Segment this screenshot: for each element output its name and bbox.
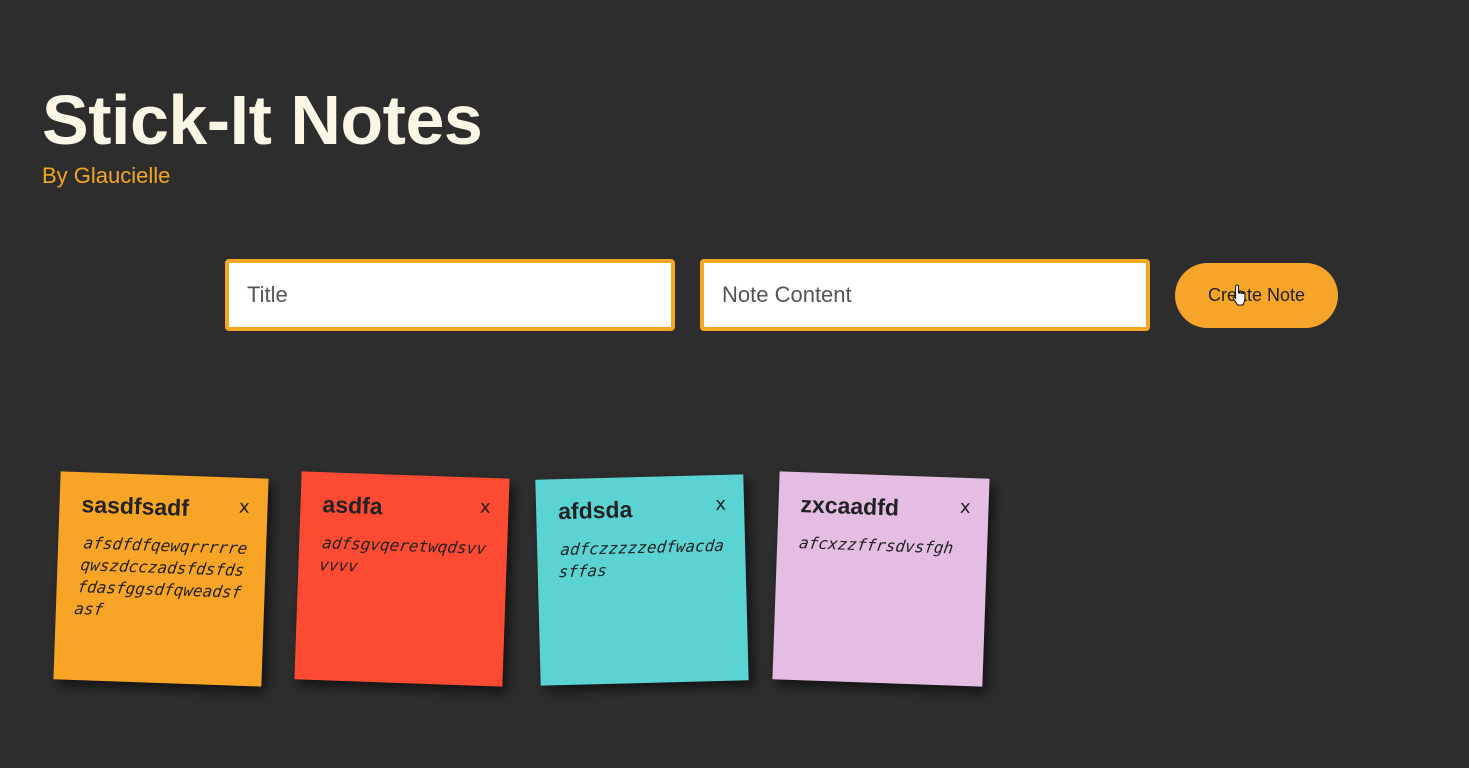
note-card[interactable]: afdsda x adfczzzzzedfwacda sffas [535,474,749,686]
title-input[interactable] [225,259,675,331]
close-icon[interactable]: x [715,493,726,517]
note-content-input[interactable] [700,259,1150,331]
note-card[interactable]: zxcaadfd x afcxzzffrsdvsfgh [772,471,990,687]
app-title: Stick-It Notes [42,81,483,159]
note-title: afdsda [557,496,633,525]
create-note-button[interactable]: Create Note [1175,263,1338,328]
note-title: sasdfsadf [81,491,190,521]
note-title: zxcaadfd [800,491,900,521]
note-card[interactable]: sasdfsadf x afsdfdfqewqrrrrre qwszdcczad… [53,471,269,687]
note-body: afsdfdfqewqrrrrre qwszdcczadsfdsfds fdas… [73,533,249,619]
close-icon[interactable]: x [238,496,250,520]
close-icon[interactable]: x [479,496,491,520]
hand-pointer-icon [1232,284,1246,306]
note-body: afcxzzffrsdvsfgh [797,533,955,558]
app-subtitle: By Glaucielle [42,163,171,188]
note-card[interactable]: asdfa x adfsgvqeretwqdsvv vvvv [294,471,510,687]
note-title: asdfa [322,491,384,520]
close-icon[interactable]: x [959,496,971,520]
note-body: adfsgvqeretwqdsvv vvvv [318,533,488,576]
note-body: adfczzzzzedfwacda sffas [557,535,725,582]
